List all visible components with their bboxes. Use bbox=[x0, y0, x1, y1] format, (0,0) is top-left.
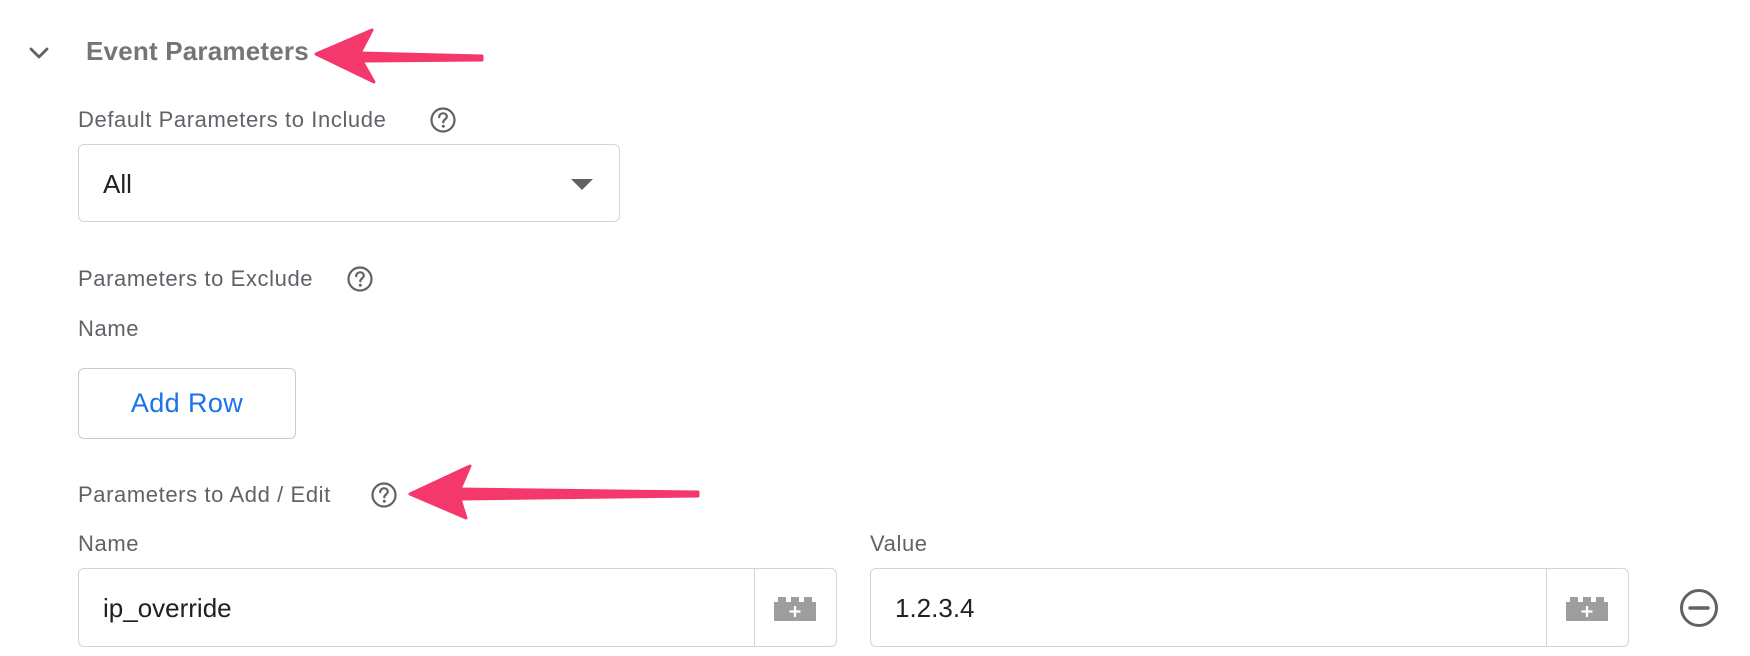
chevron-down-icon[interactable] bbox=[28, 42, 50, 64]
annotation-arrow-icon bbox=[314, 28, 484, 84]
add-edit-params-label: Parameters to Add / Edit bbox=[78, 482, 331, 507]
select-value: All bbox=[103, 169, 132, 199]
variable-brick-icon bbox=[1566, 597, 1608, 621]
insert-variable-button[interactable] bbox=[1546, 569, 1628, 646]
help-circle-icon[interactable] bbox=[429, 106, 457, 134]
add-row-button[interactable]: Add Row bbox=[78, 368, 296, 439]
help-circle-icon[interactable] bbox=[370, 481, 398, 509]
default-params-select[interactable]: All bbox=[78, 144, 620, 222]
default-params-label: Default Parameters to Include bbox=[78, 107, 387, 132]
event-parameters-panel: Event Parameters Default Parameters to I… bbox=[0, 0, 1750, 656]
annotation-arrow-icon bbox=[408, 464, 700, 520]
section-title[interactable]: Event Parameters bbox=[86, 36, 309, 67]
param-name-field[interactable]: ip_override bbox=[78, 568, 837, 647]
variable-brick-icon bbox=[774, 597, 816, 621]
help-circle-icon[interactable] bbox=[346, 265, 374, 293]
exclude-name-column-label: Name bbox=[78, 316, 140, 341]
remove-circle-icon[interactable] bbox=[1678, 587, 1720, 629]
param-value-field[interactable]: 1.2.3.4 bbox=[870, 568, 1629, 647]
param-value-value: 1.2.3.4 bbox=[895, 593, 975, 623]
dropdown-caret-icon bbox=[571, 179, 593, 190]
name-column-header: Name bbox=[78, 531, 140, 556]
exclude-params-label: Parameters to Exclude bbox=[78, 266, 314, 291]
param-name-value: ip_override bbox=[103, 593, 232, 623]
value-column-header: Value bbox=[870, 531, 928, 556]
insert-variable-button[interactable] bbox=[754, 569, 836, 646]
